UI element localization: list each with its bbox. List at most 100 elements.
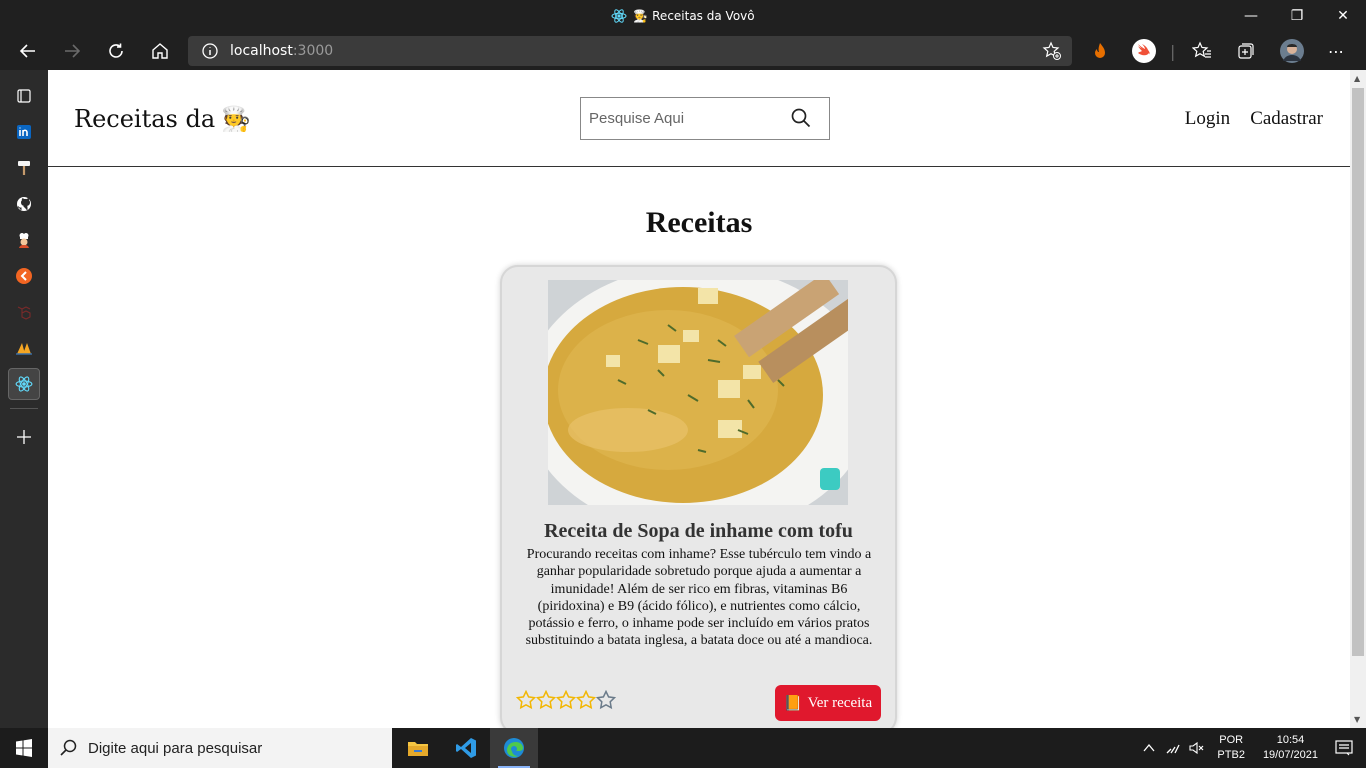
close-icon[interactable]: ✕	[1320, 0, 1366, 32]
taskbar-search-placeholder: Digite aqui para pesquisar	[88, 739, 263, 757]
linkedin-icon	[17, 125, 31, 139]
chevron-up-icon[interactable]	[1137, 743, 1161, 753]
avatar	[1280, 39, 1304, 63]
lang-top: POR	[1219, 734, 1244, 746]
sidebar-item-chef[interactable]	[8, 224, 40, 256]
app-sail-icon	[16, 343, 32, 355]
login-link[interactable]: Login	[1185, 108, 1230, 130]
edge-icon	[504, 738, 524, 758]
minimize-icon[interactable]: —	[1228, 0, 1274, 32]
windows-icon	[16, 739, 32, 757]
sidebar-divider	[10, 408, 38, 409]
sidebar-item-sail[interactable]	[8, 332, 40, 364]
star-filled-icon[interactable]	[576, 690, 596, 710]
chef-emoji-icon: 🧑‍🍳	[221, 105, 252, 133]
extension-swift[interactable]	[1132, 32, 1156, 70]
home-button[interactable]	[138, 32, 182, 70]
laravel-icon	[17, 306, 31, 320]
profile-avatar[interactable]	[1280, 32, 1304, 70]
view-recipe-button[interactable]: 📙 Ver receita	[775, 685, 881, 721]
sidebar-item-react[interactable]	[8, 368, 40, 400]
app-orange-icon	[16, 268, 32, 284]
view-recipe-label: Ver receita	[807, 694, 873, 711]
recipe-card: Receita de Sopa de inhame com tofu Procu…	[500, 265, 897, 728]
url-host: localhost	[230, 43, 293, 59]
taskbar-search[interactable]: Digite aqui para pesquisar	[48, 728, 392, 768]
tabs-icon	[17, 89, 31, 103]
more-button[interactable]: ⋯	[1328, 32, 1344, 70]
taskbar-edge[interactable]	[490, 728, 538, 768]
plus-icon	[17, 430, 31, 444]
add-favorite-icon[interactable]	[1042, 41, 1062, 61]
address-bar[interactable]: localhost:3000	[188, 36, 1072, 66]
window-title-text: 🧑‍🍳 Receitas da Vovô	[633, 9, 755, 23]
site-header: Receitas da 🧑‍🍳 Login Cadastrar	[48, 70, 1350, 167]
restore-icon[interactable]: ❐	[1274, 0, 1320, 32]
sidebar-add-button[interactable]	[8, 421, 40, 453]
scrollbar-thumb[interactable]	[1352, 88, 1364, 656]
chef-icon	[19, 233, 29, 248]
search-input[interactable]	[589, 99, 789, 138]
sidebar-item-github[interactable]	[8, 188, 40, 220]
start-button[interactable]	[0, 728, 48, 768]
refresh-button[interactable]	[94, 32, 138, 70]
windows-taskbar: Digite aqui para pesquisar POR PTB2 10:5…	[0, 728, 1366, 768]
scroll-up-icon[interactable]: ▲	[1354, 74, 1360, 83]
fire-extension-icon	[1095, 43, 1105, 58]
collections-icon	[1238, 43, 1254, 59]
taskbar-vscode[interactable]	[442, 728, 490, 768]
star-empty-icon[interactable]	[596, 690, 616, 710]
recipe-image[interactable]	[548, 280, 848, 505]
star-filled-icon[interactable]	[536, 690, 556, 710]
notifications-icon[interactable]	[1332, 740, 1356, 756]
browser-sidebar	[0, 70, 48, 728]
toolbar-divider: |	[1170, 41, 1176, 61]
search-icon	[60, 739, 77, 756]
extension-fire[interactable]	[1090, 32, 1110, 70]
soup-image	[548, 280, 848, 505]
signup-link[interactable]: Cadastrar	[1250, 108, 1323, 130]
info-icon[interactable]	[200, 42, 220, 60]
book-icon: 📙	[783, 695, 803, 712]
star-filled-icon[interactable]	[556, 690, 576, 710]
window-title: 🧑‍🍳 Receitas da Vovô	[611, 8, 755, 24]
window-titlebar: 🧑‍🍳 Receitas da Vovô — ❐ ✕	[0, 0, 1366, 32]
taskbar-file-explorer[interactable]	[394, 728, 442, 768]
input-language[interactable]: POR PTB2	[1217, 733, 1245, 763]
recipe-title[interactable]: Receita de Sopa de inhame com tofu	[502, 520, 895, 543]
arrow-right-icon	[65, 44, 81, 58]
star-filled-icon[interactable]	[516, 690, 536, 710]
page-viewport: Receitas da 🧑‍🍳 Login Cadastrar Receitas	[48, 70, 1350, 728]
header-nav: Login Cadastrar	[1185, 108, 1323, 130]
folder-icon	[408, 742, 428, 756]
swift-extension-icon	[1132, 39, 1156, 63]
search-box	[580, 97, 830, 140]
rating-stars[interactable]	[516, 690, 616, 710]
sidebar-item-orange-app[interactable]	[8, 260, 40, 292]
volume-muted-icon[interactable]	[1185, 741, 1209, 755]
favorites-button[interactable]	[1192, 32, 1212, 70]
back-button[interactable]	[6, 32, 50, 70]
forward-button[interactable]	[50, 32, 94, 70]
refresh-icon	[109, 43, 123, 58]
react-icon	[15, 376, 33, 392]
search-icon[interactable]	[791, 108, 811, 128]
sidebar-item-paint[interactable]	[8, 152, 40, 184]
collections-button[interactable]	[1236, 32, 1256, 70]
page-scrollbar[interactable]: ▲ ▼	[1350, 70, 1366, 728]
scroll-down-icon[interactable]: ▼	[1354, 715, 1360, 724]
sidebar-item-laravel[interactable]	[8, 296, 40, 328]
lang-bottom: PTB2	[1217, 749, 1245, 761]
sidebar-item-linkedin[interactable]	[8, 116, 40, 148]
site-brand[interactable]: Receitas da 🧑‍🍳	[74, 105, 251, 133]
react-icon	[611, 9, 627, 23]
github-icon	[17, 197, 31, 211]
system-tray: POR PTB2 10:54 19/07/2021	[1137, 728, 1366, 768]
taskbar-clock[interactable]: 10:54 19/07/2021	[1263, 733, 1318, 763]
home-icon	[152, 43, 168, 59]
clock-date: 19/07/2021	[1262, 749, 1318, 761]
vscode-icon	[456, 738, 476, 758]
recipe-description: Procurando receitas com inhame? Esse tub…	[525, 547, 873, 649]
sidebar-item-tabs[interactable]	[8, 80, 40, 112]
wifi-icon[interactable]	[1161, 741, 1185, 755]
